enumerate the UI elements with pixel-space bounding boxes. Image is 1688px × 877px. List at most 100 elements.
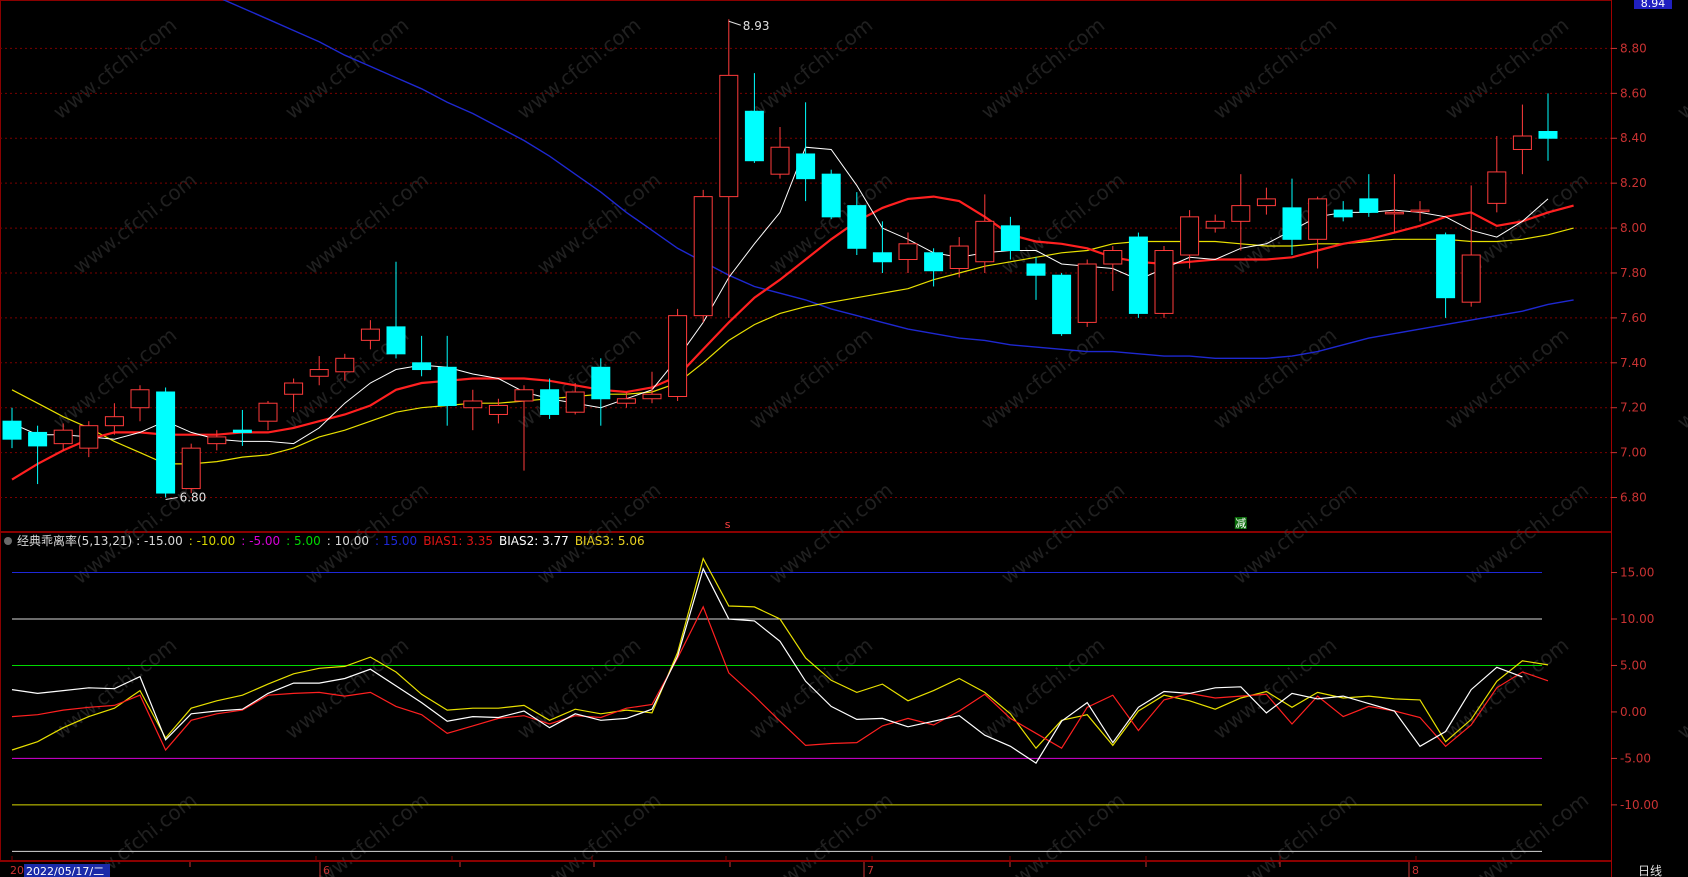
watermark-text: www.cfchi.com	[280, 13, 413, 124]
watermark-text: www.cfchi.com	[1672, 323, 1688, 434]
candle-body	[463, 400, 483, 409]
candle-body	[104, 416, 124, 427]
candle-body	[335, 357, 355, 373]
watermark-text: www.cfchi.com	[280, 633, 413, 744]
candle-body	[1410, 209, 1430, 213]
watermark-text: www.cfchi.com	[300, 168, 433, 279]
candle-body	[309, 369, 329, 377]
candle-body	[796, 153, 816, 180]
bias-tick-label: -5.00	[1620, 751, 1651, 765]
bias-tick-label: -10.00	[1620, 798, 1659, 812]
price-tick-label: 8.00	[1620, 221, 1647, 235]
watermark-text: www.cfchi.com	[976, 13, 1109, 124]
candle-body	[28, 431, 48, 447]
candle-body	[53, 429, 73, 445]
candle-body	[693, 196, 713, 317]
candle-body	[1487, 171, 1507, 204]
watermark-text: www.cfchi.com	[68, 168, 201, 279]
watermark-text: www.cfchi.com	[764, 788, 897, 877]
watermark-text: www.cfchi.com	[48, 13, 181, 124]
date-axis: 20 2022/05/17/二 6 7 8 日线	[0, 861, 1662, 877]
candle-body	[1077, 263, 1097, 323]
watermark-text: www.cfchi.com	[1672, 13, 1688, 124]
watermark-text: www.cfchi.com	[1208, 633, 1341, 744]
watermark-text: www.cfchi.com	[1672, 633, 1688, 744]
price-axis: 8.80 8.60 8.40 8.20 8.00 7.80 7.60 7.40 7.20 7.00…	[1611, 41, 1647, 505]
candle-body	[1308, 198, 1328, 240]
candle-body	[1512, 135, 1532, 150]
month-tick-label: 8	[1412, 864, 1419, 877]
price-tick-label: 6.80	[1620, 491, 1647, 505]
watermark-text: www.cfchi.com	[1228, 788, 1361, 877]
price-tick-label: 7.20	[1620, 401, 1647, 415]
period-label[interactable]: 日线	[1638, 864, 1662, 877]
indicator-level-label: : 5.00	[286, 534, 321, 548]
candle-body	[949, 245, 969, 269]
candle-body	[232, 429, 252, 433]
price-tick-label: 8.40	[1620, 131, 1647, 145]
candle-body	[847, 205, 867, 249]
watermark-text: www.cfchi.com	[1208, 323, 1341, 434]
candle-body	[2, 420, 22, 440]
candle-body	[719, 74, 739, 198]
candle-body	[1359, 198, 1379, 213]
price-tick-label: 7.60	[1620, 311, 1647, 325]
indicator-level-label: : -10.00	[189, 534, 236, 548]
watermark-text: www.cfchi.com	[976, 323, 1109, 434]
watermark-text: www.cfchi.com	[744, 633, 877, 744]
stock-chart[interactable]: www.cfchi.com www.cfchi.com www.cfchi.com w…	[0, 0, 1688, 877]
candle-body	[1128, 236, 1148, 314]
candle-body	[1538, 131, 1558, 139]
indicator-level-label: BIAS3: 5.06	[575, 534, 645, 548]
indicator-level-label: BIAS1: 3.35	[423, 534, 493, 548]
candle-body	[540, 389, 560, 415]
indicator-name: 经典乖离率(5,13,21)	[17, 533, 132, 548]
candle-body	[591, 366, 611, 400]
candle-body	[1231, 205, 1251, 222]
candle-body	[1436, 234, 1456, 299]
watermark-text: www.cfchi.com	[532, 788, 665, 877]
candle-body	[1180, 216, 1200, 256]
indicator-toggle-icon[interactable]	[4, 537, 12, 545]
indicator-header: 经典乖离率(5,13,21) : -15.00 : -10.00 : -5.00 : …	[4, 533, 645, 548]
candle-body	[1282, 207, 1302, 240]
candle-body	[872, 252, 892, 263]
candle-body	[770, 146, 790, 175]
price-tick-label: 8.60	[1620, 86, 1647, 100]
candle-body	[1205, 220, 1225, 229]
indicator-level-label: : 15.00	[375, 534, 417, 548]
candle-body	[642, 393, 662, 400]
candle-body	[744, 110, 764, 162]
candle-body	[1103, 250, 1123, 265]
price-tick-label: 8.20	[1620, 176, 1647, 190]
watermark-text: www.cfchi.com	[1460, 788, 1593, 877]
watermark-text: www.cfchi.com	[532, 168, 665, 279]
candle-body	[488, 404, 508, 415]
bias-tick-label: 10.00	[1620, 612, 1654, 626]
candle-body	[1026, 263, 1046, 276]
indicator-level-label: : -5.00	[241, 534, 280, 548]
year-fragment: 20	[10, 864, 24, 877]
bias-tick-label: 15.00	[1620, 566, 1654, 580]
watermark-text: www.cfchi.com	[68, 788, 201, 877]
candle-body	[668, 315, 688, 397]
candle-body	[181, 447, 201, 490]
bias-tick-label: 0.00	[1620, 705, 1647, 719]
watermark-text: www.cfchi.com	[1440, 323, 1573, 434]
watermark-text: www.cfchi.com	[744, 323, 877, 434]
top-value-label: 8.94	[1641, 0, 1666, 10]
bias-axis: 15.00 10.00 5.00 0.00 -5.00 -10.00	[1611, 566, 1659, 812]
indicator-level-label: : -15.00	[136, 534, 183, 548]
watermark-text: www.cfchi.com	[1440, 13, 1573, 124]
candle-body	[207, 436, 227, 445]
high-price-label: 8.93	[743, 19, 770, 33]
candle-body	[1256, 198, 1276, 207]
current-date-label: 2022/05/17/二	[26, 865, 104, 877]
candle-body	[1154, 250, 1174, 314]
watermark-layer: www.cfchi.com www.cfchi.com www.cfchi.com w…	[48, 13, 1688, 877]
watermark-text: www.cfchi.com	[512, 633, 645, 744]
candle-body	[412, 362, 432, 371]
candle-body	[1000, 225, 1020, 252]
candle-body	[79, 425, 99, 449]
candle-body	[821, 173, 841, 218]
